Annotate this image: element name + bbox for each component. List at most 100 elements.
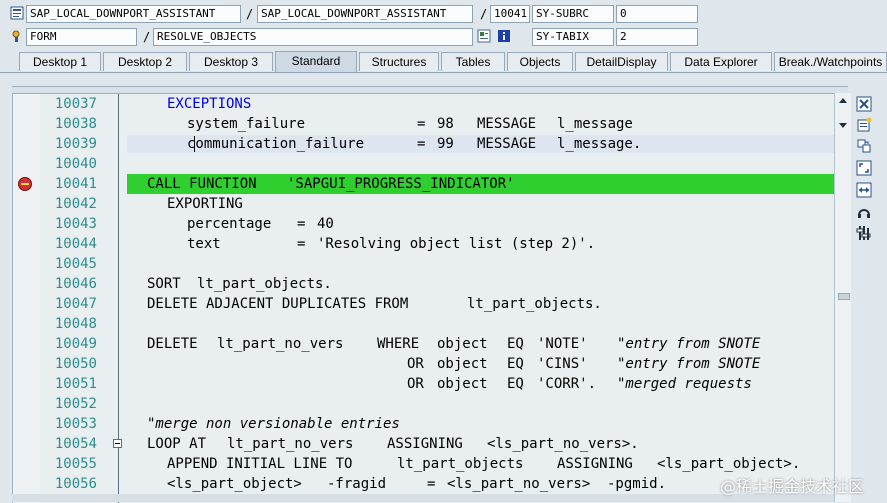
code-comment: "merge non versionable entries xyxy=(147,416,400,432)
source-display-icon[interactable] xyxy=(477,29,491,43)
source-code-editor[interactable]: 10037 EXCEPTIONS 10038 system_failure = … xyxy=(12,93,835,503)
tab-detail-display[interactable]: DetailDisplay xyxy=(575,52,668,71)
tab-desktop-1[interactable]: Desktop 1 xyxy=(19,52,101,71)
code-comment: "entry from SNOTE xyxy=(617,356,761,372)
code-line[interactable]: 10047 DELETE ADJACENT DUPLICATES FROM lt… xyxy=(13,294,835,314)
code-string: 'CINS' xyxy=(537,356,588,372)
breakpoint-icon[interactable] xyxy=(18,177,32,191)
close-icon[interactable] xyxy=(855,95,872,112)
include-name-field[interactable]: SAP_LOCAL_DOWNPORT_ASSISTANT xyxy=(257,5,473,23)
code-number: 40 xyxy=(317,216,334,232)
text-cursor xyxy=(194,136,195,152)
debugger-info-row-2: FORM / RESOLVE_OBJECTS SY-TABIX 2 xyxy=(0,27,887,49)
code-string: 'SAPGUI_PROGRESS_INDICATOR' xyxy=(287,176,515,192)
swap-horizontal-icon[interactable] xyxy=(855,181,872,198)
settings-tool-icon[interactable] xyxy=(855,224,871,240)
code-line[interactable]: 10043 percentage = 40 xyxy=(13,214,835,234)
code-line[interactable]: 10046 SORT lt_part_objects. xyxy=(13,274,835,294)
code-identifier: lt_part_no_vers xyxy=(227,436,354,452)
code-identifier: -fragid xyxy=(327,476,387,492)
editor-vertical-scrollbar[interactable] xyxy=(834,93,851,502)
line-number: 10047 xyxy=(54,296,97,312)
code-line[interactable]: 10051 OR object EQ 'CORR'. "merged reque… xyxy=(13,374,835,394)
code-line[interactable]: 10037 EXCEPTIONS xyxy=(13,94,835,114)
maximize-icon[interactable] xyxy=(855,159,872,176)
scroll-up-icon[interactable] xyxy=(837,95,849,107)
code-identifier: lt_part_objects. xyxy=(197,276,332,292)
code-line[interactable]: 10038 system_failure = 98 MESSAGE l_mess… xyxy=(13,114,835,134)
code-keyword: ASSIGNING xyxy=(387,436,463,452)
tab-objects[interactable]: Objects xyxy=(507,52,573,71)
code-line[interactable]: 10040 xyxy=(13,154,835,174)
tab-tables[interactable]: Tables xyxy=(441,52,505,71)
path-separator: / xyxy=(480,7,488,21)
line-number: 10041 xyxy=(54,176,97,192)
code-identifier: system_failure xyxy=(187,116,306,132)
code-line[interactable]: 10054 LOOP AT lt_part_no_vers ASSIGNING … xyxy=(13,434,835,454)
program-icon xyxy=(10,6,24,20)
line-number: 10044 xyxy=(54,236,97,252)
code-line[interactable]: 10053 "merge non versionable entries xyxy=(13,414,835,434)
code-line[interactable]: 10048 xyxy=(13,314,835,334)
sy-subrc-value-field[interactable]: 0 xyxy=(616,5,698,23)
tab-data-explorer[interactable]: Data Explorer xyxy=(670,52,772,71)
tab-standard[interactable]: Standard xyxy=(275,51,357,72)
code-string: 'Resolving object list (step 2)'. xyxy=(317,236,596,252)
line-number: 10038 xyxy=(54,116,97,132)
replace-tool-icon[interactable] xyxy=(855,137,871,153)
tab-desktop-2[interactable]: Desktop 2 xyxy=(103,52,187,71)
editor-horizontal-scrollbar[interactable] xyxy=(12,494,834,502)
line-number: 10054 xyxy=(54,436,97,452)
code-identifier: lt_part_objects xyxy=(397,456,524,472)
code-line-cursor[interactable]: 10039 communication_failure = 99 MESSAGE… xyxy=(13,134,835,154)
code-identifier: object xyxy=(437,356,488,372)
sy-tabix-name-field[interactable]: SY-TABIX xyxy=(532,28,614,46)
code-line[interactable]: 10044 text = 'Resolving object list (ste… xyxy=(13,234,835,254)
code-identifier: communication_failure xyxy=(187,136,365,152)
code-line[interactable]: 10056 <ls_part_object> -fragid = <ls_par… xyxy=(13,474,835,494)
tab-breakpoints-watchpoints[interactable]: Break./Watchpoints xyxy=(774,52,887,71)
code-line-current-execution[interactable]: 10041 CALL FUNCTION 'SAPGUI_PROGRESS_IND… xyxy=(13,174,835,194)
code-line[interactable]: 10055 APPEND INITIAL LINE TO lt_part_obj… xyxy=(13,454,835,474)
code-keyword: DELETE xyxy=(147,336,198,352)
code-number: 98 xyxy=(437,116,454,132)
program-name-field[interactable]: SAP_LOCAL_DOWNPORT_ASSISTANT xyxy=(26,5,241,23)
code-operator: = xyxy=(417,136,426,152)
scroll-down-icon[interactable] xyxy=(837,119,849,131)
code-line[interactable]: 10050 OR object EQ 'CINS' "entry from SN… xyxy=(13,354,835,374)
line-number: 10039 xyxy=(54,136,97,152)
tab-desktop-3[interactable]: Desktop 3 xyxy=(189,52,273,71)
line-number: 10045 xyxy=(54,256,97,272)
code-identifier: percentage xyxy=(187,216,272,232)
code-line[interactable]: 10042 EXPORTING xyxy=(13,194,835,214)
scrollbar-thumb[interactable] xyxy=(838,293,850,300)
code-line[interactable]: 10049 DELETE lt_part_no_vers WHERE objec… xyxy=(13,334,835,354)
line-number: 10055 xyxy=(54,456,97,472)
code-field-symbol: <ls_part_object> xyxy=(167,476,302,492)
code-keyword: SORT xyxy=(147,276,181,292)
line-number-field[interactable]: 10041 xyxy=(490,5,530,23)
tab-structures[interactable]: Structures xyxy=(359,52,439,71)
watermark-text: @稀土掘金技术社区 xyxy=(720,477,865,496)
line-number: 10051 xyxy=(54,376,97,392)
event-type-field[interactable]: FORM xyxy=(26,28,137,46)
code-keyword: APPEND INITIAL LINE TO xyxy=(167,456,353,472)
sy-subrc-name-field[interactable]: SY-SUBRC xyxy=(532,5,614,23)
code-keyword: EXPORTING xyxy=(167,196,243,212)
code-identifier: lt_part_objects. xyxy=(467,296,602,312)
code-line[interactable]: 10052 xyxy=(13,394,835,414)
sy-tabix-value-field[interactable]: 2 xyxy=(616,28,698,46)
event-name-field[interactable]: RESOLVE_OBJECTS xyxy=(153,28,473,46)
services-icon[interactable] xyxy=(855,203,871,219)
new-tool-icon[interactable] xyxy=(855,116,872,132)
collapse-block-icon[interactable] xyxy=(113,439,122,448)
code-identifier: -pgmid. xyxy=(607,476,667,492)
line-number: 10049 xyxy=(54,336,97,352)
code-line[interactable]: 10045 xyxy=(13,254,835,274)
line-number: 10046 xyxy=(54,276,97,292)
code-number: 99 xyxy=(437,136,454,152)
line-number: 10052 xyxy=(54,396,97,412)
info-icon[interactable] xyxy=(497,29,511,43)
line-number: 10048 xyxy=(54,316,97,332)
code-keyword: CALL FUNCTION xyxy=(147,176,257,192)
